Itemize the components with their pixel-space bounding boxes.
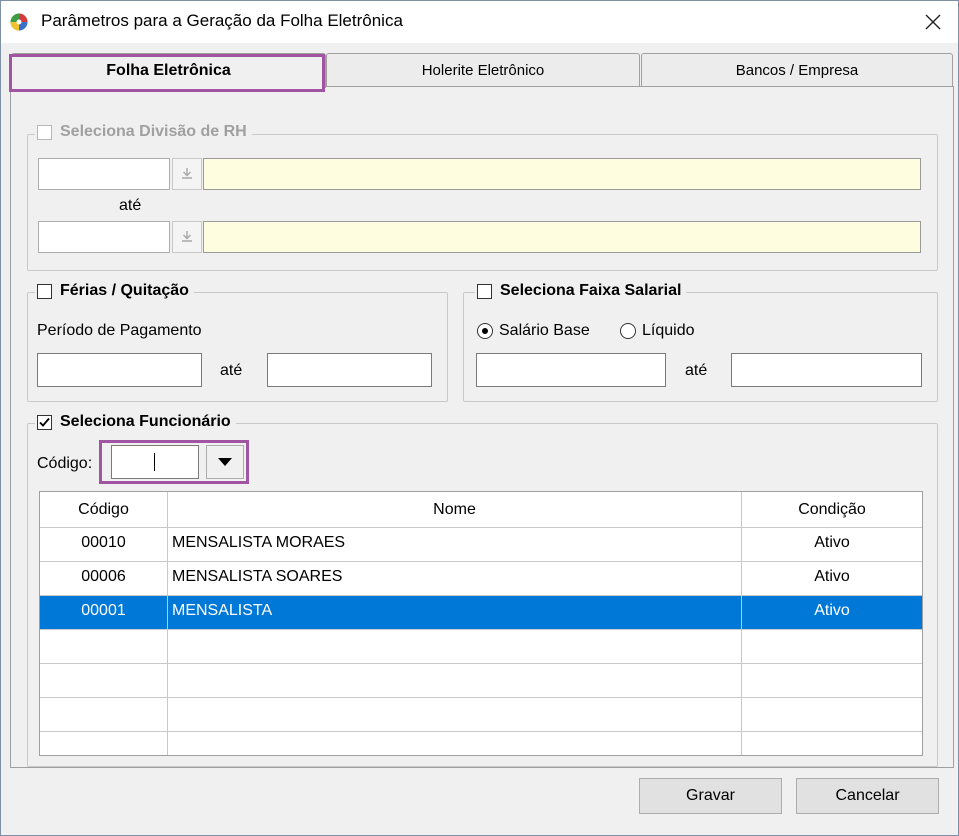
divisao-label: Seleciona Divisão de RH [60, 123, 247, 140]
faixa-legend: Seleciona Faixa Salarial [475, 282, 687, 300]
faixa-checkbox[interactable] [477, 283, 492, 299]
app-globe-icon [10, 13, 28, 31]
divisao-legend: Seleciona Divisão de RH [35, 123, 252, 141]
divisao-ate-label: até [119, 197, 142, 214]
table-row-cell-condicao[interactable]: Ativo [742, 562, 922, 596]
empty-cell [40, 630, 168, 664]
empty-cell [40, 732, 168, 755]
divisao-to-lookup-button[interactable] [172, 221, 202, 253]
codigo-highlight-box [99, 440, 249, 484]
radio-button[interactable] [620, 323, 636, 339]
ferias-legend: Férias / Quitação [35, 282, 194, 300]
table-row-cell-condicao[interactable]: Ativo [742, 528, 922, 562]
empty-cell [742, 698, 922, 732]
checkmark-icon [39, 417, 50, 427]
empty-cell [168, 732, 742, 755]
empty-cell [168, 698, 742, 732]
funcionario-table[interactable]: Código Nome Condição 00010 MENSALISTA MO… [39, 491, 923, 756]
funcionario-legend: Seleciona Funcionário [35, 413, 236, 431]
empty-cell [742, 664, 922, 698]
window-title: Parâmetros para a Geração da Folha Eletr… [41, 11, 403, 30]
divisao-from-lookup-button[interactable] [172, 158, 202, 190]
faixa-to-input[interactable] [731, 353, 922, 387]
table-row-cell-condicao-selected[interactable]: Ativo [742, 596, 922, 630]
divisao-from-description [203, 158, 921, 190]
tab-label: Holerite Eletrônico [421, 62, 545, 79]
ferias-ate-label: até [220, 362, 243, 379]
divisao-to-description [203, 221, 921, 253]
download-arrow-icon [182, 168, 192, 179]
tab-label: Bancos / Empresa [735, 62, 859, 79]
tab-highlight-box [9, 54, 325, 92]
faixa-ate-label: até [685, 362, 708, 379]
table-row-cell-nome[interactable]: MENSALISTA SOARES [168, 562, 742, 596]
column-header-nome[interactable]: Nome [168, 492, 742, 528]
empty-cell [742, 630, 922, 664]
radio-salario-base[interactable]: Salário Base [477, 322, 590, 340]
funcionario-checkbox[interactable] [37, 414, 52, 430]
close-icon [925, 14, 941, 30]
tab-bancos-empresa[interactable]: Bancos / Empresa [641, 53, 953, 87]
empty-cell [40, 698, 168, 732]
table-row-cell-nome-selected[interactable]: MENSALISTA [168, 596, 742, 630]
radio-liquido[interactable]: Líquido [620, 322, 695, 340]
radio-button[interactable] [477, 323, 493, 339]
faixa-label: Seleciona Faixa Salarial [500, 282, 682, 299]
table-row-cell-codigo[interactable]: 00006 [40, 562, 168, 596]
radio-liquido-label: Líquido [642, 322, 695, 339]
column-header-codigo[interactable]: Código [40, 492, 168, 528]
cancelar-button[interactable]: Cancelar [796, 778, 939, 814]
funcionario-label: Seleciona Funcionário [60, 413, 231, 430]
empty-cell [168, 664, 742, 698]
gravar-button[interactable]: Gravar [639, 778, 782, 814]
divisao-from-code-input[interactable] [38, 158, 170, 190]
divisao-to-code-input[interactable] [38, 221, 170, 253]
ferias-label: Férias / Quitação [60, 282, 189, 299]
empty-cell [168, 630, 742, 664]
faixa-from-input[interactable] [476, 353, 666, 387]
download-arrow-icon [182, 231, 192, 242]
periodo-pagamento-label: Período de Pagamento [37, 322, 202, 339]
divisao-checkbox[interactable] [37, 124, 52, 140]
column-header-condicao[interactable]: Condição [742, 492, 922, 528]
radio-salario-label: Salário Base [499, 322, 590, 339]
empty-cell [40, 664, 168, 698]
table-row-cell-codigo[interactable]: 00010 [40, 528, 168, 562]
dialog-window: Parâmetros para a Geração da Folha Eletr… [0, 0, 959, 836]
ferias-to-input[interactable] [267, 353, 432, 387]
table-row-cell-nome[interactable]: MENSALISTA MORAES [168, 528, 742, 562]
tab-holerite-eletronico[interactable]: Holerite Eletrônico [326, 53, 640, 87]
ferias-checkbox[interactable] [37, 283, 52, 299]
table-row-cell-codigo-selected[interactable]: 00001 [40, 596, 168, 630]
codigo-label: Código: [37, 455, 93, 472]
empty-cell [742, 732, 922, 755]
ferias-from-input[interactable] [37, 353, 202, 387]
title-bar: Parâmetros para a Geração da Folha Eletr… [1, 1, 958, 43]
close-button[interactable] [911, 5, 955, 39]
